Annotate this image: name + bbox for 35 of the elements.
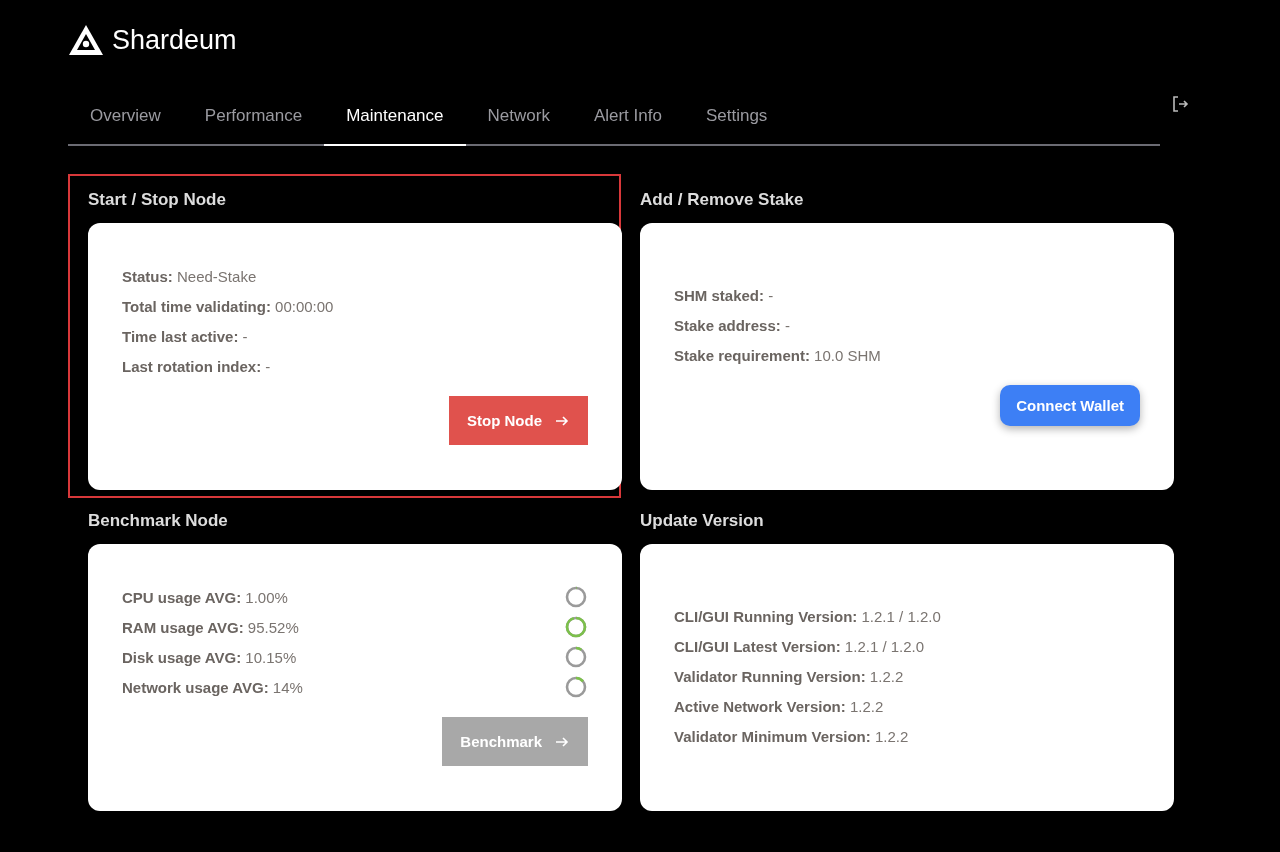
info-text: Total time validating: 00:00:00 xyxy=(122,297,334,315)
info-text: Validator Running Version: 1.2.2 xyxy=(674,668,904,685)
nav-tab[interactable]: Maintenance xyxy=(324,88,466,146)
section-title: Update Version xyxy=(640,511,765,531)
info-text: Disk usage AVG: 10.15% xyxy=(122,648,297,666)
usage-ring-icon xyxy=(564,585,588,609)
section-title: Add / Remove Stake xyxy=(640,190,805,210)
connect-button[interactable]: Connect Wallet xyxy=(1000,385,1140,426)
info-text: CLI/GUI Latest Version: 1.2.1 / 1.2.0 xyxy=(674,638,925,655)
nav-tab[interactable]: Performance xyxy=(182,88,325,146)
action-button[interactable]: Stop Node xyxy=(449,396,588,445)
info-text: CLI/GUI Running Version: 1.2.1 / 1.2.0 xyxy=(674,608,941,625)
nav-tab[interactable]: Alert Info xyxy=(571,88,684,146)
info-text: Status: Need-Stake xyxy=(122,267,257,285)
info-text: Time last active: - xyxy=(122,327,248,345)
usage-ring-icon xyxy=(564,675,588,699)
logout-icon[interactable] xyxy=(1170,94,1190,114)
nav-tab[interactable]: Overview xyxy=(68,88,183,146)
info-text: SHM staked: - xyxy=(674,286,774,304)
info-text: Network usage AVG: 14% xyxy=(122,678,303,696)
section-title: Start / Stop Node xyxy=(88,190,227,210)
info-text: Last rotation index: - xyxy=(122,357,271,375)
usage-ring-icon xyxy=(564,645,588,669)
info-text: Validator Minimum Version: 1.2.2 xyxy=(674,728,909,745)
info-text: RAM usage AVG: 95.52% xyxy=(122,618,299,636)
nav-tab[interactable]: Settings xyxy=(683,88,790,146)
usage-ring-icon xyxy=(564,615,588,639)
section-title: Benchmark Node xyxy=(88,511,229,531)
info-text: Stake address: - xyxy=(674,316,790,334)
brand-name: Shardeum xyxy=(112,24,237,56)
info-text: Active Network Version: 1.2.2 xyxy=(674,698,884,715)
nav-tab[interactable]: Network xyxy=(465,88,572,146)
info-text: CPU usage AVG: 1.00% xyxy=(122,588,288,606)
info-text: Stake requirement: 10.0 SHM xyxy=(674,346,881,364)
logo-icon xyxy=(68,24,104,56)
